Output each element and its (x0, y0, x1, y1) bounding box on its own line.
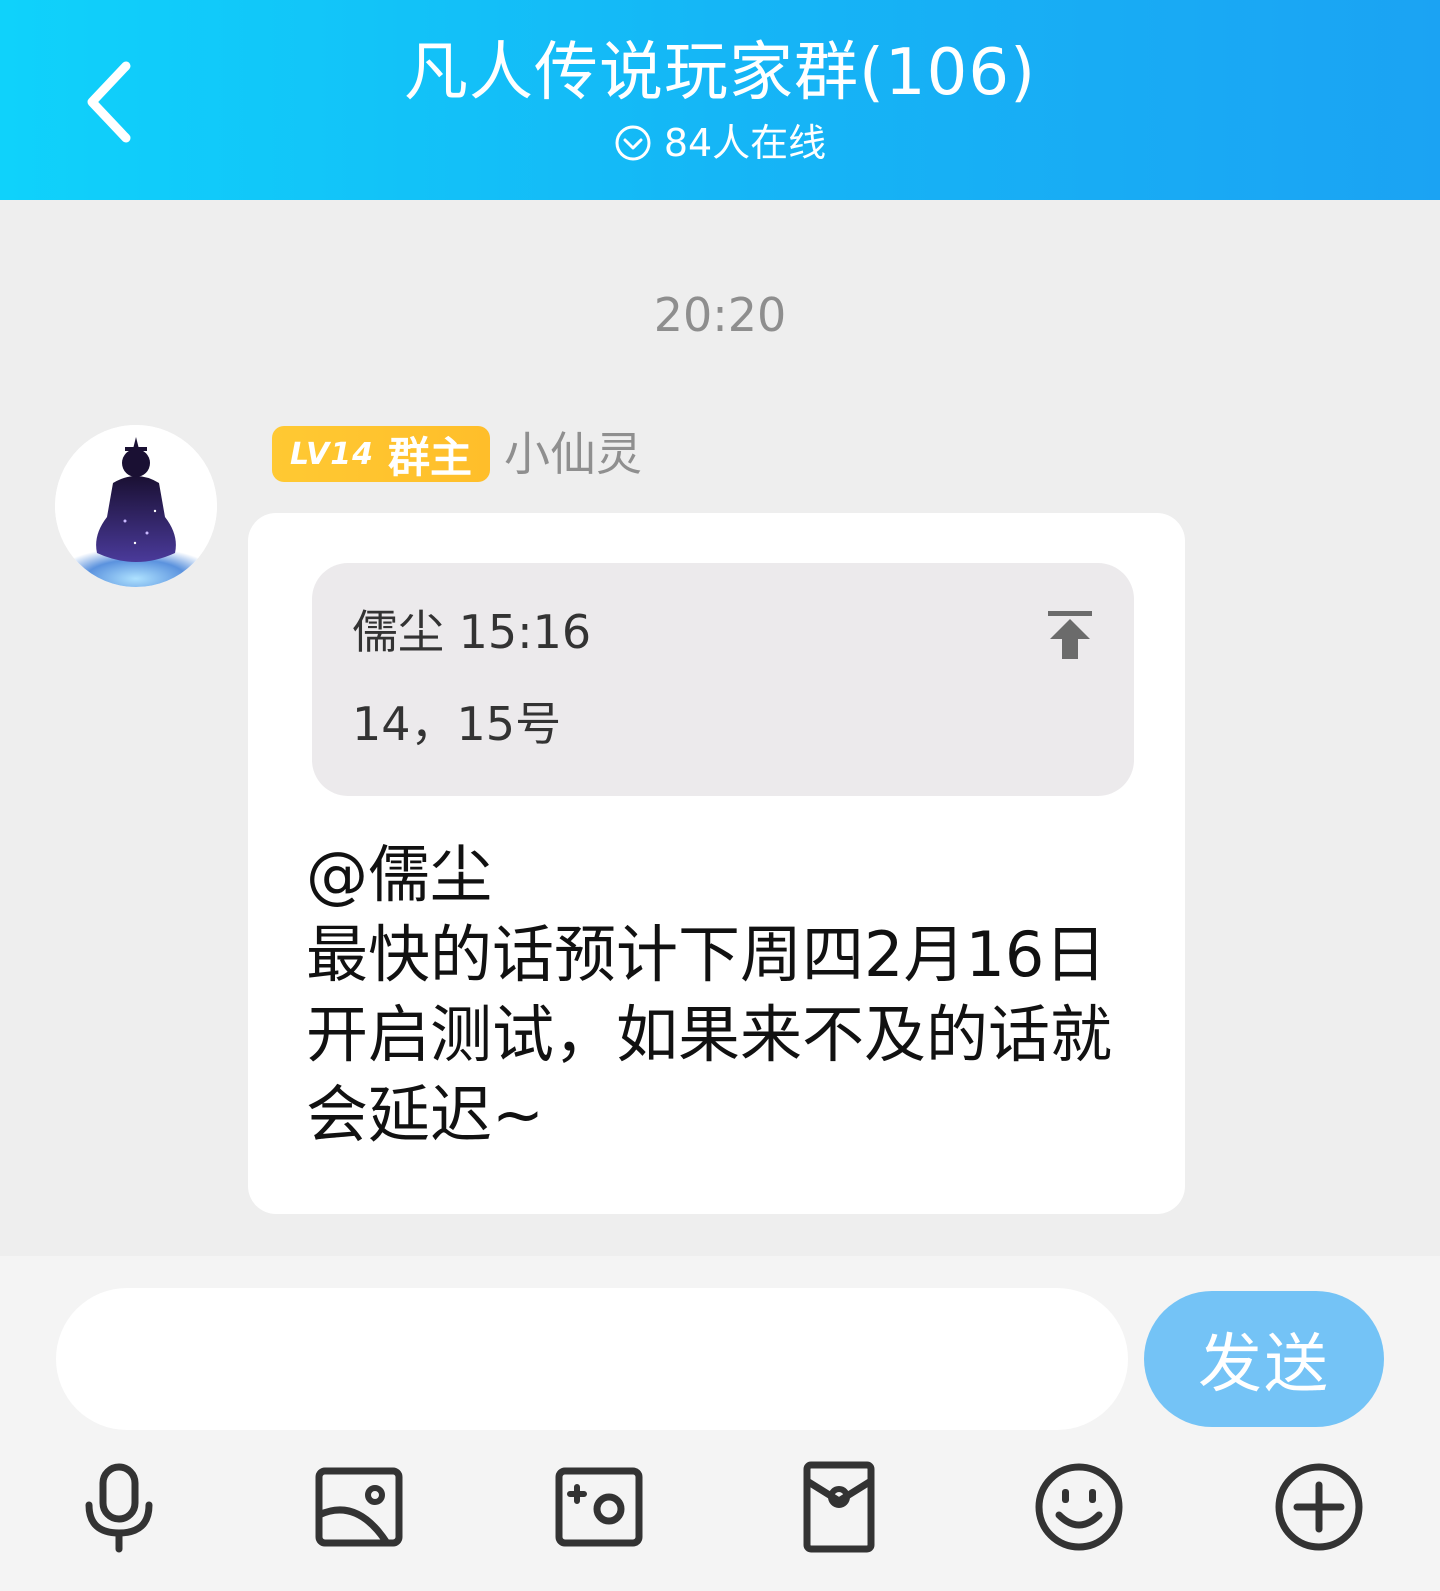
input-area: 发送 (0, 1256, 1440, 1591)
camera-button[interactable] (544, 1452, 654, 1562)
image-button[interactable] (304, 1452, 414, 1562)
online-status[interactable]: 84人在线 (0, 118, 1440, 168)
quote-text: 14，15号 (352, 697, 562, 751)
badge-role: 群主 (387, 432, 472, 482)
more-button[interactable] (1264, 1452, 1374, 1562)
red-packet-icon (803, 1461, 875, 1553)
avatar[interactable] (55, 425, 217, 587)
group-title[interactable]: 凡人传说玩家群(106) (0, 30, 1440, 116)
camera-icon (555, 1467, 643, 1547)
avatar-image (55, 425, 217, 587)
chat-header: 凡人传说玩家群(106) 84人在线 (0, 0, 1440, 200)
pin-to-top-icon[interactable] (1042, 607, 1098, 663)
plus-icon (1275, 1463, 1363, 1551)
mention-tag[interactable]: @儒尘 (306, 835, 1136, 915)
send-button[interactable]: 发送 (1144, 1291, 1384, 1427)
member-level-badge: LV14 群主 (272, 426, 490, 482)
microphone-icon (85, 1463, 153, 1553)
message-input[interactable] (56, 1288, 1128, 1430)
message-timestamp: 20:20 (653, 288, 787, 342)
emoji-icon (1035, 1463, 1123, 1551)
online-check-icon (615, 125, 651, 161)
sender-name[interactable]: 小仙灵 (504, 422, 642, 486)
image-icon (315, 1467, 403, 1547)
emoji-button[interactable] (1024, 1452, 1134, 1562)
red-packet-button[interactable] (784, 1452, 894, 1562)
badge-level: LV14 (290, 436, 374, 472)
quoted-message[interactable]: 儒尘 15:16 14，15号 (312, 563, 1134, 796)
quote-author-time: 儒尘 15:16 (352, 605, 592, 659)
input-toolbar (0, 1452, 1440, 1562)
online-count: 84人在线 (663, 121, 827, 165)
message-body: 最快的话预计下周四2月16日开启测试，如果来不及的话就会延迟~ (306, 918, 1113, 1151)
voice-button[interactable] (64, 1452, 174, 1562)
message-bubble[interactable]: 儒尘 15:16 14，15号 @儒尘 最快的话预计下周四2月16日开启测试，如… (248, 513, 1185, 1214)
chat-messages[interactable]: 20:20 LV14 群主 小仙灵 儒尘 15:16 14，15号 @儒尘 最快… (0, 200, 1440, 1256)
message-text: @儒尘 最快的话预计下周四2月16日开启测试，如果来不及的话就会延迟~ (306, 835, 1136, 1155)
